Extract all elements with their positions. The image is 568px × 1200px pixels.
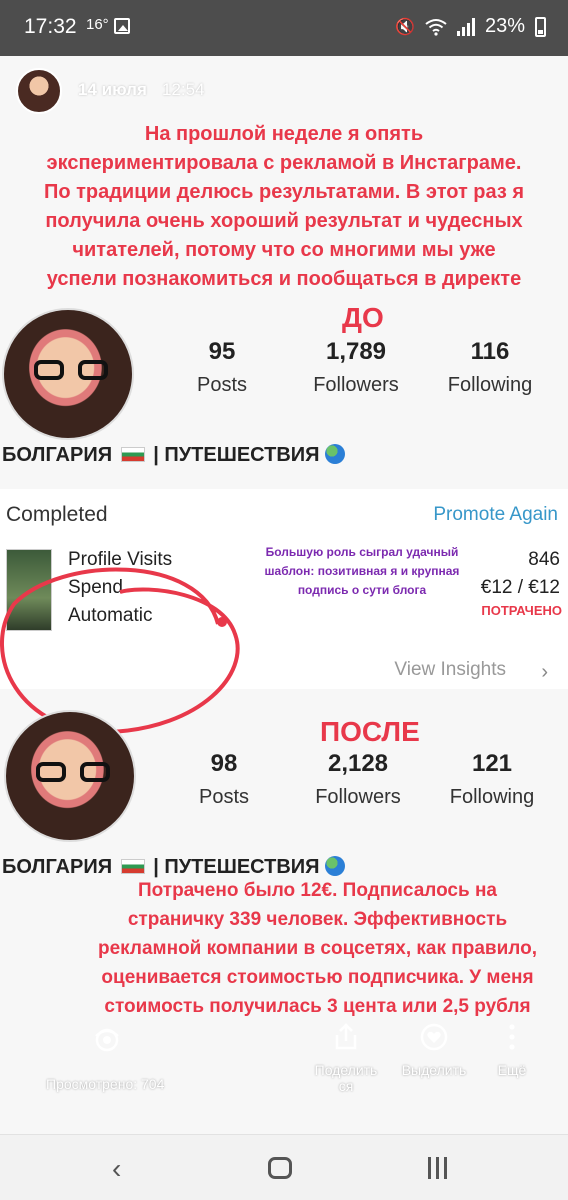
template-note: Большую роль сыграл удачный шаблон: пози… xyxy=(264,545,460,597)
after-posts-stat: 98 Posts xyxy=(164,750,284,809)
caption-line: рекламной компании в соцсетях, как прави… xyxy=(97,938,537,959)
posts-label: Posts xyxy=(196,374,248,396)
battery-icon xyxy=(535,16,546,37)
posts-count: 98 xyxy=(210,750,238,777)
globe-icon xyxy=(325,444,346,464)
outro-caption: Потрачено было 12€. Подписалось на стран… xyxy=(90,876,545,1021)
followers-count: 2,128 xyxy=(327,750,389,777)
wifi-icon xyxy=(425,18,447,36)
battery-percent: 23% xyxy=(484,15,525,37)
caption-line: стоимость получилась 3 цента или 2,5 руб… xyxy=(104,996,531,1017)
navigation-bar: ‹ xyxy=(0,1134,568,1200)
caption-line: По традиции делюсь результатами. В этот … xyxy=(43,181,525,203)
bio-topic: | ПУТЕШЕСТВИЯ xyxy=(153,444,320,466)
after-followers-stat: 2,128 Followers xyxy=(298,750,418,809)
before-following-stat: 116 Following xyxy=(430,338,550,397)
viewed-count[interactable]: Просмотрено: 704 xyxy=(46,1076,164,1092)
bulgaria-flag-icon xyxy=(120,447,145,462)
story-author-avatar[interactable] xyxy=(16,68,62,114)
caption-line: Потрачено было 12€. Подписалось на xyxy=(137,880,497,901)
view-insights-link[interactable]: View Insights xyxy=(394,659,506,681)
following-count: 121 xyxy=(471,750,513,777)
following-label: Following xyxy=(447,374,533,396)
glasses-icon xyxy=(34,360,108,382)
caption-line: читателей, потому что со многими мы уже xyxy=(72,239,496,261)
status-time: 17:32 xyxy=(24,15,77,38)
signal-icon xyxy=(456,17,475,36)
following-count: 116 xyxy=(470,338,510,365)
followers-label: Followers xyxy=(315,786,401,808)
after-label: ПОСЛЕ xyxy=(320,716,420,747)
recent-apps-icon[interactable] xyxy=(428,1157,447,1179)
posts-label: Posts xyxy=(198,786,250,808)
highlight-heart-icon xyxy=(420,1023,448,1051)
followers-label: Followers xyxy=(313,374,399,396)
spend-value: €12 / €12 xyxy=(480,577,560,598)
intro-caption: На прошлой неделе я опять экспериментиро… xyxy=(0,120,568,294)
bio-country: БОЛГАРИЯ xyxy=(2,856,113,878)
chevron-right-icon[interactable]: › xyxy=(541,661,548,684)
gallery-notification-icon xyxy=(114,18,130,34)
bulgaria-flag-icon xyxy=(120,859,145,874)
bio-country: БОЛГАРИЯ xyxy=(2,444,113,466)
share-label-line1: Поделить xyxy=(314,1062,378,1078)
promote-again-link[interactable]: Promote Again xyxy=(433,504,558,526)
home-icon[interactable] xyxy=(268,1157,292,1179)
followers-count: 1,789 xyxy=(325,338,387,365)
more-button[interactable]: Ещё xyxy=(490,1022,534,1078)
before-profile-photo xyxy=(2,308,134,440)
more-dots-icon xyxy=(509,1024,515,1050)
mute-icon: 🔇 xyxy=(395,18,415,36)
before-bio: БОЛГАРИЯ | ПУТЕШЕСТВИЯ xyxy=(2,444,346,467)
spent-annotation: ПОТРАЧЕНО xyxy=(481,603,562,618)
before-followers-stat: 1,789 Followers xyxy=(296,338,416,397)
profile-visits-value: 846 xyxy=(528,549,560,570)
share-label-line2: ся xyxy=(338,1078,354,1094)
globe-icon xyxy=(325,856,346,876)
before-posts-stat: 95 Posts xyxy=(162,338,282,397)
share-icon xyxy=(335,1023,357,1050)
story-time: 12:54 xyxy=(162,80,205,99)
after-following-stat: 121 Following xyxy=(432,750,552,809)
caption-line: экспериментировала с рекламой в Инстагра… xyxy=(46,152,522,174)
caption-line: оценивается стоимостью подписчика. У мен… xyxy=(101,967,534,988)
share-button[interactable]: Поделить ся xyxy=(308,1022,384,1094)
viewers-eye-icon[interactable] xyxy=(92,1024,122,1054)
caption-line: На прошлой неделе я опять xyxy=(144,123,424,145)
status-temperature: 16° xyxy=(86,16,109,33)
glasses-icon xyxy=(36,762,110,784)
back-icon[interactable]: ‹ xyxy=(112,1153,121,1185)
caption-line: получила очень хороший результат и чудес… xyxy=(45,210,523,232)
highlight-label: Выделить xyxy=(401,1062,467,1078)
before-label: ДО xyxy=(342,302,384,333)
story-frame[interactable]: 14 июля 12:54 На прошлой неделе я опять … xyxy=(0,56,568,1134)
after-profile-photo xyxy=(4,710,136,842)
highlight-button[interactable]: Выделить xyxy=(394,1022,474,1078)
bio-topic: | ПУТЕШЕСТВИЯ xyxy=(153,856,320,878)
caption-line: страничку 339 человек. Эффективность xyxy=(127,909,508,930)
more-label: Ещё xyxy=(497,1062,527,1078)
posts-count: 95 xyxy=(208,338,236,365)
status-bar: 17:32 16° 🔇 23% xyxy=(0,0,568,56)
following-label: Following xyxy=(449,786,535,808)
caption-line: успели познакомиться и пообщаться в дире… xyxy=(46,268,522,290)
story-date: 14 июля xyxy=(78,80,147,99)
promotion-status: Completed xyxy=(6,503,108,526)
